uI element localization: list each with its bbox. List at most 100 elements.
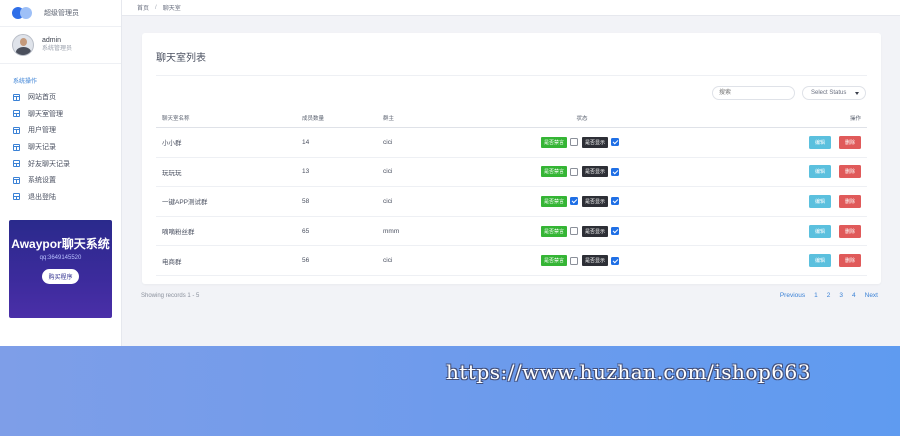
cell-members: 56 <box>296 245 377 276</box>
layout-icon <box>13 126 20 134</box>
status-select[interactable]: Select Status <box>802 86 866 100</box>
sidebar-item-label: 聊天室管理 <box>28 110 63 118</box>
delete-button[interactable]: 删除 <box>838 194 861 208</box>
sidebar: 超级管理员 admin 系统管理员 系统操作 网站首页 聊天室管理 用户管理 聊… <box>0 0 122 346</box>
show-checkbox[interactable] <box>611 227 620 236</box>
table-row: 一键APP测试群 58 cici 是否禁言 是否显示 编辑 删除 <box>156 186 867 217</box>
cell-ops: 编辑 删除 <box>677 245 867 276</box>
edit-button[interactable]: 编辑 <box>808 165 831 179</box>
sidebar-item-settings[interactable]: 系统设置 <box>0 172 121 189</box>
show-checkbox[interactable] <box>611 138 620 147</box>
header-ops: 操作 <box>677 109 867 128</box>
mute-badge: 是否禁言 <box>540 166 567 178</box>
show-badge: 是否显示 <box>582 195 609 207</box>
user-name: admin <box>42 37 62 44</box>
mute-checkbox[interactable] <box>570 197 578 206</box>
table-row: 嘀嘀粉丝群 65 mmm 是否禁言 是否显示 编辑 删除 <box>156 216 867 247</box>
sidebar-item-friend-logs[interactable]: 好友聊天记录 <box>0 155 121 172</box>
mute-badge: 是否禁言 <box>540 255 567 267</box>
pagination-page[interactable]: 4 <box>852 292 856 299</box>
sidebar-item-chatrooms[interactable]: 聊天室管理 <box>0 106 121 123</box>
cell-name: 玩玩玩 <box>156 157 296 188</box>
header-owner: 群主 <box>377 109 487 128</box>
show-badge: 是否显示 <box>582 255 609 267</box>
divider <box>156 75 867 76</box>
search-input[interactable] <box>712 86 795 100</box>
edit-button[interactable]: 编辑 <box>808 254 831 268</box>
cell-members: 13 <box>296 157 377 188</box>
breadcrumb-home[interactable]: 首页 <box>137 3 149 12</box>
status-select-value: Select Status <box>811 90 847 96</box>
cell-members: 58 <box>296 186 377 217</box>
mute-checkbox[interactable] <box>570 138 578 147</box>
show-badge: 是否显示 <box>582 225 609 237</box>
cell-owner: cici <box>377 186 487 217</box>
sidebar-item-chat-logs[interactable]: 聊天记录 <box>0 139 121 156</box>
pagination-previous[interactable]: Previous <box>780 292 805 299</box>
mute-badge: 是否禁言 <box>540 195 567 207</box>
mute-badge: 是否禁言 <box>540 136 567 148</box>
cell-name: 嘀嘀粉丝群 <box>156 216 296 247</box>
sidebar-item-label: 退出登陆 <box>28 193 56 201</box>
chatroom-list-card: 聊天室列表 Select Status 聊天室名称 成员数量 群主 状态 <box>142 33 881 284</box>
cell-owner: cici <box>377 127 487 158</box>
edit-button[interactable]: 编辑 <box>808 194 831 208</box>
avatar[interactable] <box>12 34 34 56</box>
header-members: 成员数量 <box>296 109 377 128</box>
sidebar-item-logout[interactable]: 退出登陆 <box>0 189 121 206</box>
cell-ops: 编辑 删除 <box>677 157 867 188</box>
brand[interactable]: 超级管理员 <box>0 0 121 27</box>
user-role: 系统管理员 <box>42 46 73 52</box>
sidebar-item-label: 好友聊天记录 <box>28 160 70 168</box>
breadcrumb-separator: / <box>155 4 157 11</box>
delete-button[interactable]: 删除 <box>838 135 861 149</box>
promo-qq: qq:3649145520 <box>39 255 82 261</box>
layout-icon <box>13 143 20 151</box>
promo-card: Awaypor聊天系统 qq:3649145520 购买程序 <box>9 220 112 318</box>
mute-checkbox[interactable] <box>570 256 578 265</box>
cell-ops: 编辑 删除 <box>677 186 867 217</box>
mute-checkbox[interactable] <box>570 227 578 236</box>
delete-button[interactable]: 删除 <box>838 224 861 238</box>
cell-owner: mmm <box>377 216 487 247</box>
show-badge: 是否显示 <box>582 166 609 178</box>
show-checkbox[interactable] <box>611 256 620 265</box>
promo-title: Awaypor聊天系统 <box>11 237 110 251</box>
pagination-next[interactable]: Next <box>865 292 878 299</box>
cell-owner: cici <box>377 157 487 188</box>
sidebar-item-users[interactable]: 用户管理 <box>0 122 121 139</box>
show-checkbox[interactable] <box>611 167 620 176</box>
pagination-page[interactable]: 3 <box>839 292 843 299</box>
sidebar-item-label: 聊天记录 <box>28 144 56 152</box>
table-row: 玩玩玩 13 cici 是否禁言 是否显示 编辑 删除 <box>156 157 867 188</box>
sidebar-item-label: 网站首页 <box>28 94 56 102</box>
sidebar-item-home[interactable]: 网站首页 <box>0 89 121 106</box>
show-checkbox[interactable] <box>611 197 620 206</box>
edit-button[interactable]: 编辑 <box>808 224 831 238</box>
sidebar-item-label: 系统设置 <box>28 177 56 185</box>
cell-ops: 编辑 删除 <box>677 216 867 247</box>
header-status: 状态 <box>487 109 677 128</box>
cell-ops: 编辑 删除 <box>677 127 867 158</box>
chatroom-table: 聊天室名称 成员数量 群主 状态 操作 小小群 14 cici 是否禁言 是否显示 <box>156 109 867 276</box>
layout-icon <box>13 93 20 101</box>
edit-button[interactable]: 编辑 <box>808 135 831 149</box>
table-row: 小小群 14 cici 是否禁言 是否显示 编辑 删除 <box>156 127 867 158</box>
pagination-page[interactable]: 2 <box>827 292 831 299</box>
admin-app: 超级管理员 admin 系统管理员 系统操作 网站首页 聊天室管理 用户管理 聊… <box>0 0 900 346</box>
watermark-banner: https://www.huzhan.com/ishop663 <box>0 346 900 436</box>
logo-icon <box>12 7 36 19</box>
delete-button[interactable]: 删除 <box>838 165 861 179</box>
delete-button[interactable]: 删除 <box>838 254 861 268</box>
cell-name: 小小群 <box>156 127 296 158</box>
cell-status: 是否禁言 是否显示 <box>487 186 677 217</box>
show-badge: 是否显示 <box>582 136 609 148</box>
nav-section-label: 系统操作 <box>13 79 38 85</box>
breadcrumb: 首页 / 聊天室 <box>122 0 900 16</box>
mute-checkbox[interactable] <box>570 167 578 176</box>
buy-button[interactable]: 购买程序 <box>42 269 79 284</box>
cell-members: 65 <box>296 216 377 247</box>
cell-name: 电商群 <box>156 245 296 276</box>
app-title: 超级管理员 <box>44 10 79 17</box>
pagination-page[interactable]: 1 <box>814 292 818 299</box>
